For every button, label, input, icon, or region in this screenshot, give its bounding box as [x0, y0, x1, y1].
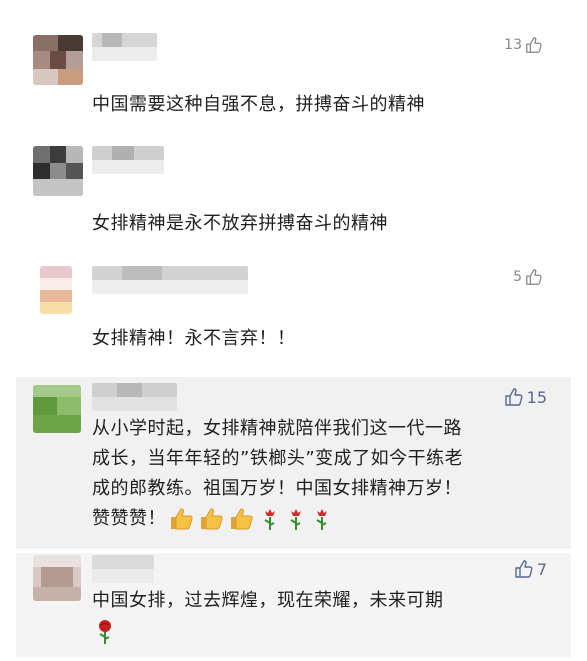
thumbs-up-icon [526, 37, 542, 53]
like-count: 13 [504, 37, 522, 53]
comment-text: 从小学时起，女排精神就陪伴我们这一代一路 成长，当年年轻的”铁榔头”变成了如今干… [92, 414, 463, 534]
like-count: 15 [526, 387, 547, 407]
like-button[interactable]: 7 [514, 559, 547, 579]
avatar[interactable] [40, 266, 72, 314]
comment-text: 中国女排，过去辉煌，现在荣耀，未来可期 [92, 590, 444, 611]
thumbs-up-icon [504, 388, 523, 406]
comment-item: 13 中国需要这种自强不息，拼搏奋斗的精神 [0, 0, 587, 130]
comment-text-line-with-emoji: 赞赞赞！ [92, 504, 463, 534]
thumbs-up-emoji-icon [201, 508, 223, 530]
avatar[interactable] [33, 385, 81, 433]
like-button[interactable]: 13 [504, 36, 543, 54]
comment-text: 中国需要这种自强不息，拼搏奋斗的精神 [92, 94, 425, 115]
avatar[interactable] [33, 146, 83, 196]
like-count: 7 [536, 559, 547, 579]
emoji-row [170, 507, 332, 531]
comment-text: 女排精神是永不放弃拼搏奋斗的精神 [92, 213, 388, 234]
avatar[interactable] [33, 35, 83, 85]
comment-text-line: 成长，当年年轻的”铁榔头”变成了如今干练老 [92, 448, 464, 469]
comment-item: 女排精神是永不放弃拼搏奋斗的精神 [0, 130, 587, 260]
thumbs-up-emoji-icon [171, 508, 193, 530]
comment-item: 7 中国女排，过去辉煌，现在荣耀，未来可期 [0, 553, 587, 657]
thumbs-up-icon [515, 560, 533, 578]
username-blurred[interactable] [92, 383, 177, 411]
username-blurred[interactable] [92, 33, 157, 61]
rose-emoji-icon [99, 620, 111, 644]
thumbs-up-emoji-icon [231, 508, 253, 530]
avatar[interactable] [33, 555, 81, 601]
comment-item: 5 女排精神！永不言弃！！ [0, 260, 587, 375]
rose-emoji-icon [264, 509, 275, 530]
username-blurred[interactable] [92, 555, 154, 583]
like-count: 5 [513, 269, 522, 285]
rose-emoji-icon [290, 509, 301, 530]
like-button[interactable]: 15 [504, 387, 547, 407]
comment-item: 15 从小学时起，女排精神就陪伴我们这一代一路 成长，当年年轻的”铁榔头”变成了… [0, 377, 587, 549]
comment-text: 女排精神！永不言弃！！ [92, 328, 296, 349]
username-blurred[interactable] [92, 146, 164, 174]
thumbs-up-icon [526, 269, 542, 285]
comment-text-line: 成的郎教练。祖国万岁！中国女排精神万岁！ [92, 478, 462, 499]
comment-text-line: 赞赞赞！ [92, 508, 166, 529]
username-blurred[interactable] [92, 266, 248, 294]
like-button[interactable]: 5 [513, 268, 543, 286]
rose-emoji-icon [316, 509, 327, 530]
comment-text-line: 从小学时起，女排精神就陪伴我们这一代一路 [92, 418, 462, 439]
